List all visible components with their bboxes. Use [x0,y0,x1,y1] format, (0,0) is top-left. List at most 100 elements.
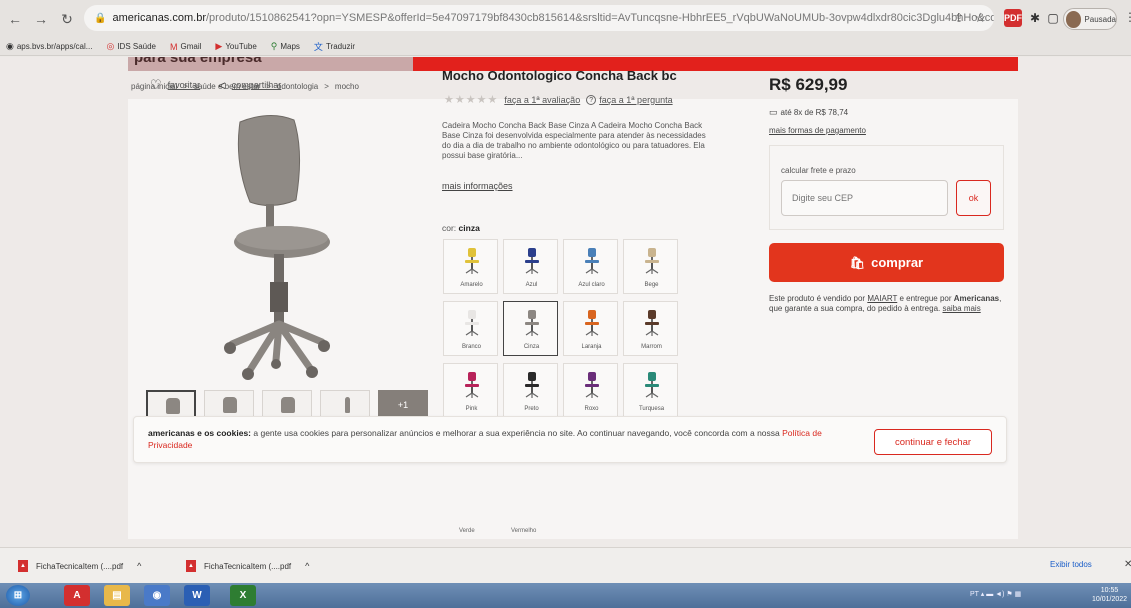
rating-row: ★★★★★ faça a 1ª avaliação ? faça a 1ª pe… [444,93,679,106]
show-all-downloads-button[interactable]: Exibir todos [1050,560,1092,569]
back-icon[interactable]: ← [4,8,26,30]
cookie-text: americanas e os cookies: a gente usa coo… [148,427,868,451]
cookie-accept-button[interactable]: continuar e fechar [874,429,992,455]
mini-chair-icon [465,248,479,274]
cep-input[interactable] [781,180,948,216]
breadcrumb-mocho[interactable]: mocho [335,82,359,91]
credit-card-icon: ▭ [769,107,778,117]
avatar [1066,10,1082,28]
product-description: Cadeira Mocho Concha Back Base Cinza A C… [442,121,706,160]
product-main-image[interactable] [212,112,332,384]
mini-chair-icon [525,310,539,336]
seller-store: Americanas [953,294,1000,303]
bookmark-maps[interactable]: ⚲ Maps [271,41,300,52]
color-swatch-label: Bege [644,282,659,288]
address-bar[interactable]: 🔒 americanas.com.br /produto/1510862541?… [84,5,994,31]
download-item-2[interactable]: ▲ FichaTecnicaItem (....pdf ^ [186,548,309,584]
forward-icon[interactable]: → [30,8,52,30]
shipping-label: calcular frete e prazo [781,166,856,175]
color-swatch-preto[interactable]: Preto [503,363,558,418]
bookmark-youtube[interactable]: ▶ YouTube [215,41,256,52]
color-swatch-label: Pink [465,406,478,412]
acrobat-icon[interactable]: A [64,585,90,606]
download-filename: FichaTecnicaItem (....pdf [36,561,124,571]
color-swatch-label: Amarelo [460,282,483,288]
bookmark-label: Maps [280,42,300,51]
banner-text: para sua empresa [134,57,262,66]
seller-link[interactable]: MAIART [867,294,897,303]
rate-link[interactable]: faça a 1ª avaliação [504,95,580,105]
chevron-up-icon[interactable]: ^ [137,561,141,571]
windows-taskbar: ⊞ A ▤ ◉ W X PT ▴ ▬ ◄) ⚑ ▦ 10:55 10/01/202… [0,583,1131,608]
cookie-banner: americanas e os cookies: a gente usa coo… [133,416,1007,463]
clock[interactable]: 10:55 10/01/2022 [1092,586,1127,604]
excel-icon[interactable]: X [230,585,256,606]
color-swatch-roxo[interactable]: Roxo [563,363,618,418]
product-title: Mocho Odontologico Concha Back bc [442,68,677,83]
color-swatch-marrom[interactable]: Marrom [623,301,678,356]
profile-button[interactable]: Pausada [1063,8,1117,30]
question-link[interactable]: faça a 1ª pergunta [599,95,672,105]
more-info-link[interactable]: mais informações [442,181,513,191]
bookmark-label: IDS Saúde [117,42,157,51]
color-swatch-turquesa[interactable]: Turquesa [623,363,678,418]
system-tray[interactable]: PT ▴ ▬ ◄) ⚑ ▦ [970,590,1021,598]
pdf-extension-icon[interactable]: PDF [1004,9,1022,27]
start-button-icon[interactable]: ⊞ [6,585,30,606]
color-swatch-cinza[interactable]: Cinza [503,301,558,356]
more-payment-link[interactable]: mais formas de pagamento [769,126,866,135]
cep-ok-button[interactable]: ok [956,180,991,216]
bookmark-aps[interactable]: ◉ aps.bvs.br/apps/cal... [6,41,92,52]
color-swatch-azul-claro[interactable]: Azul claro [563,239,618,294]
product-actions: ♡ favoritar < compartilhar [150,77,299,93]
color-swatch-branco[interactable]: Branco [443,301,498,356]
mini-chair-icon [465,372,479,398]
seller-text: Este produto é vendido por [769,294,866,303]
clock-time: 10:55 [1100,587,1119,594]
cookie-title: americanas e os cookies: [148,428,252,438]
heart-icon[interactable]: ♡ [150,77,162,93]
color-swatch-laranja[interactable]: Laranja [563,301,618,356]
chrome-icon[interactable]: ◉ [144,585,170,606]
mini-chair-icon [465,310,479,336]
pdf-file-icon: ▲ [18,560,28,572]
color-swatch-label: Laranja [581,344,602,350]
buy-button-label: comprar [871,255,924,270]
download-item-1[interactable]: ▲ FichaTecnicaItem (....pdf ^ [18,548,141,584]
extensions-puzzle-icon[interactable]: ✱ [1026,9,1044,27]
close-icon[interactable]: ✕ [1124,559,1131,570]
browser-menu-icon[interactable]: ⋮ [1124,10,1131,24]
bookmark-translate[interactable]: 文 Traduzir [314,40,355,53]
buy-button[interactable]: 🛍 comprar [769,243,1004,282]
bookmark-label: YouTube [225,42,257,51]
mini-chair-icon [585,372,599,398]
color-swatch-pink[interactable]: Pink [443,363,498,418]
mini-chair-icon [585,310,599,336]
swatch-label-vermelho: Vermelho [511,528,537,534]
color-swatch-bege[interactable]: Bege [623,239,678,294]
file-explorer-icon[interactable]: ▤ [104,585,130,606]
mini-chair-icon [645,372,659,398]
bookmark-star-icon[interactable]: ☆ [974,10,986,26]
share-page-icon[interactable]: ⇪ [954,11,964,25]
know-more-link[interactable]: saiba mais [942,304,980,313]
color-swatch-azul[interactable]: Azul [503,239,558,294]
download-filename: FichaTecnicaItem (....pdf [204,561,292,571]
chevron-up-icon[interactable]: ^ [305,561,309,571]
gmail-icon: M [170,41,178,52]
side-panel-icon[interactable]: ▢ [1044,9,1062,27]
bookmark-ids-saude[interactable]: ◎ IDS Saúde [106,41,156,52]
swatch-label-verde: Verde [459,528,475,534]
word-icon[interactable]: W [184,585,210,606]
color-label-prefix: cor: [442,223,457,233]
color-swatch-label: Roxo [584,406,599,412]
url-path: /produto/1510862541?opn=YSMESP&offerId=5… [206,12,994,24]
color-swatch-amarelo[interactable]: Amarelo [443,239,498,294]
bookmark-gmail[interactable]: M Gmail [170,42,201,52]
reload-icon[interactable]: ↻ [56,8,78,30]
favorite-link[interactable]: favoritar [168,80,201,90]
color-label: cor: cinza [442,223,480,233]
share-link[interactable]: compartilhar [232,80,282,90]
price: R$ 629,99 [769,75,848,94]
share-icon[interactable]: < [218,78,226,93]
